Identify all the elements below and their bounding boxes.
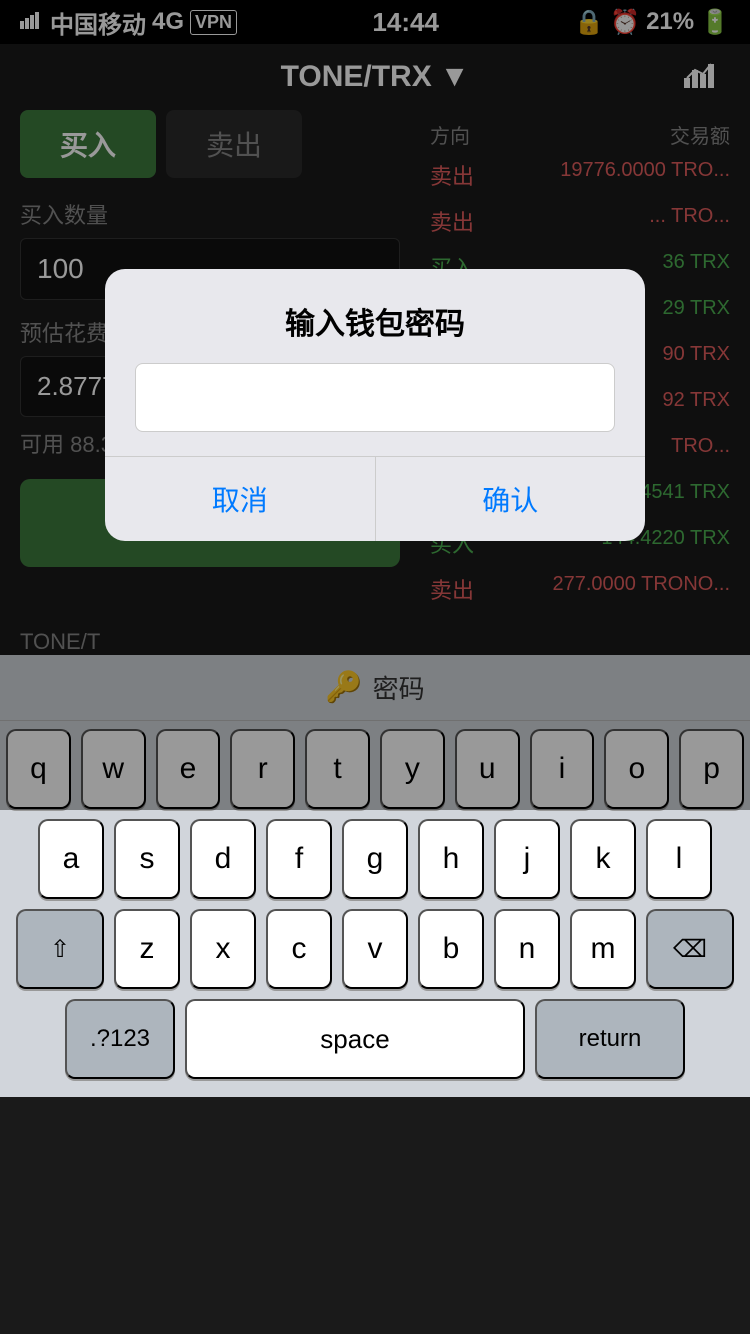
modal-overlay: 输入钱包密码 取消 确认 <box>0 0 750 810</box>
shift-key[interactable]: ⇧ <box>16 909 104 989</box>
return-key-label: return <box>579 1025 642 1053</box>
key-k[interactable]: k <box>570 819 636 899</box>
symbols-key[interactable]: .?123 <box>65 999 175 1079</box>
key-l[interactable]: l <box>646 819 712 899</box>
key-x[interactable]: x <box>190 909 256 989</box>
delete-key[interactable]: ⌫ <box>646 909 734 989</box>
key-h[interactable]: h <box>418 819 484 899</box>
password-input[interactable] <box>135 363 615 432</box>
key-v[interactable]: v <box>342 909 408 989</box>
password-modal: 输入钱包密码 取消 确认 <box>105 269 645 541</box>
space-key[interactable]: space <box>185 999 525 1079</box>
keyboard-row-2: a s d f g h j k l <box>6 819 744 899</box>
space-key-label: space <box>320 1024 389 1055</box>
key-z[interactable]: z <box>114 909 180 989</box>
keyboard-row-4: .?123 space return <box>6 999 744 1079</box>
key-j[interactable]: j <box>494 819 560 899</box>
key-n[interactable]: n <box>494 909 560 989</box>
key-m[interactable]: m <box>570 909 636 989</box>
confirm-button[interactable]: 确认 <box>376 457 646 541</box>
keyboard-row-3: ⇧ z x c v b n m ⌫ <box>6 909 744 989</box>
symbols-key-label: .?123 <box>90 1025 150 1053</box>
key-d[interactable]: d <box>190 819 256 899</box>
return-key[interactable]: return <box>535 999 685 1079</box>
key-c[interactable]: c <box>266 909 332 989</box>
cancel-button[interactable]: 取消 <box>105 457 376 541</box>
key-f[interactable]: f <box>266 819 332 899</box>
key-b[interactable]: b <box>418 909 484 989</box>
key-a[interactable]: a <box>38 819 104 899</box>
modal-title: 输入钱包密码 <box>105 269 645 363</box>
modal-buttons: 取消 确认 <box>105 456 645 541</box>
key-s[interactable]: s <box>114 819 180 899</box>
key-g[interactable]: g <box>342 819 408 899</box>
